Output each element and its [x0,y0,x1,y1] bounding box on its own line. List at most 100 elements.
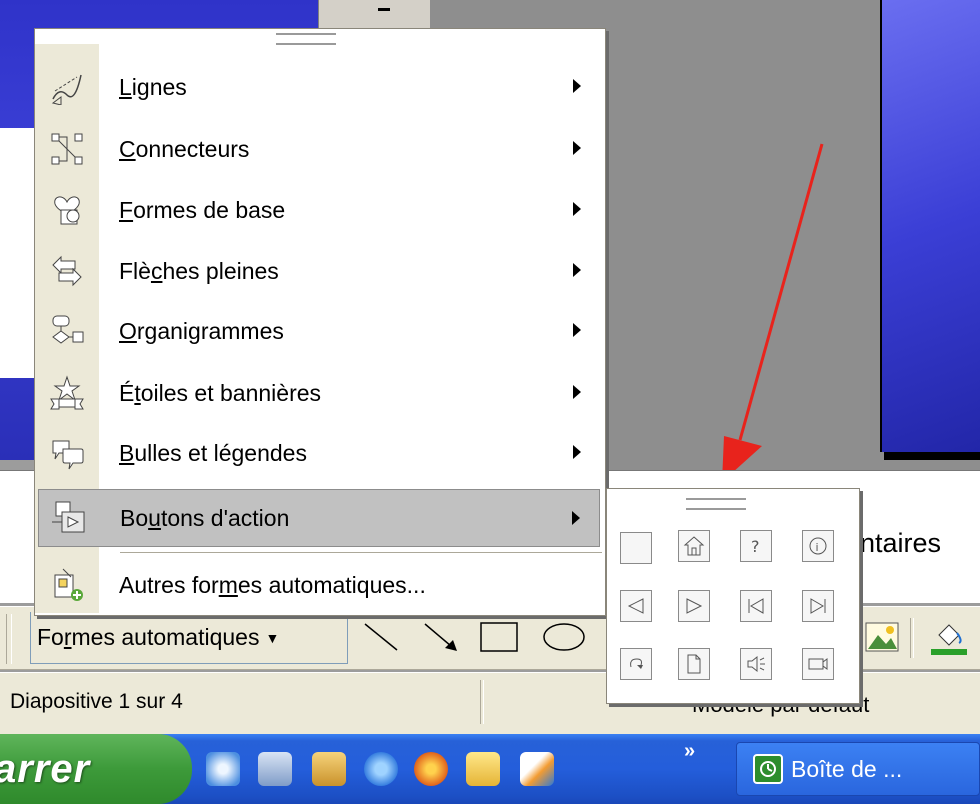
end-action-button[interactable] [802,590,834,622]
callouts-icon [35,424,99,482]
menu-item-label: Bulles et légendes [119,439,307,466]
sound-icon [747,655,765,673]
toolbar-separator [910,618,914,658]
information-action-button[interactable]: i [802,530,834,562]
taskbar-window-button[interactable]: Boîte de ... [736,742,980,796]
information-icon: i [809,537,827,555]
notepad-icon[interactable] [520,752,554,786]
beginning-icon [748,598,764,614]
help-action-button[interactable]: ? [740,530,772,562]
block-arrows-icon [35,242,99,300]
start-button[interactable]: arrer [0,734,192,804]
submenu-arrow-icon [573,202,581,216]
dropdown-arrow-icon: ▼ [265,629,280,646]
ruler-tick [378,8,390,11]
menu-item-connecteurs[interactable]: Connecteurs [35,120,603,178]
home-action-button[interactable] [678,530,710,562]
end-icon [810,598,826,614]
connectors-icon [35,120,99,178]
flowchart-icon [35,302,99,360]
autoshapes-label: Formes automatiques [37,624,260,650]
back-action-button[interactable] [620,590,652,622]
menu-item-formes-de-base[interactable]: Formes de base [35,181,603,239]
menu-drag-handle[interactable] [276,33,336,45]
start-label: arrer [0,746,91,791]
picture-icon [865,622,899,652]
svg-text:i: i [816,541,819,554]
beginning-action-button[interactable] [740,590,772,622]
firefox-icon[interactable] [414,752,448,786]
submenu-arrow-icon [573,263,581,277]
sound-action-button[interactable] [740,648,772,680]
forward-icon [686,598,703,614]
stars-banners-icon [35,364,99,422]
svg-text:?: ? [751,537,760,556]
menu-item-etoiles-et-bannieres[interactable]: Étoiles et bannières [35,364,603,422]
home-icon [683,536,705,556]
document-icon [687,654,701,674]
submenu-arrow-icon [573,141,581,155]
submenu-arrow-icon [572,511,580,525]
slide-canvas-shadow [884,452,980,460]
menu-item-label: Connecteurs [119,135,250,162]
submenu-arrow-icon [573,79,581,93]
movie-action-button[interactable] [802,648,834,680]
lines-icon [35,58,99,116]
outlook-express-icon[interactable] [206,752,240,786]
fill-color-button[interactable] [926,614,972,660]
oval-icon [543,623,585,651]
back-icon [627,598,644,614]
menu-separator [120,552,602,553]
toolbar-grip[interactable] [6,614,12,664]
menu-item-bulles-et-legendes[interactable]: Bulles et légendes [35,424,603,482]
submenu-arrow-icon [573,385,581,399]
blank-action-button[interactable] [620,532,652,564]
movie-icon [808,658,828,670]
menu-item-label: Lignes [119,73,187,100]
menu-item-label: Autres formes automatiques... [119,571,426,598]
menu-item-label: Organigrammes [119,317,284,344]
slide-canvas[interactable] [880,0,980,452]
autoshapes-menu-button[interactable]: Formes automatiques ▼ [30,612,348,664]
menu-item-fleches-pleines[interactable]: Flèches pleines [35,242,603,300]
menu-item-label: Boutons d'action [120,504,290,531]
menu-item-boutons-d-action[interactable]: Boutons d'action [38,489,600,547]
insert-picture-button[interactable] [860,614,904,660]
arrow-icon [424,623,457,651]
menu-item-autres-formes-automatiques[interactable]: Autres formes automatiques... [35,556,603,614]
submenu-arrow-icon [573,445,581,459]
line-icon [364,623,398,651]
folder-icon[interactable] [466,752,500,786]
rectangle-tool-button[interactable] [474,614,524,660]
menu-item-label: Étoiles et bannières [119,379,322,406]
arrow-tool-button[interactable] [418,614,464,660]
taskbar-window-label: Boîte de ... [791,755,903,782]
return-icon [630,658,643,669]
status-separator [480,680,484,724]
document-action-button[interactable] [678,648,710,680]
menu-item-label: Formes de base [119,196,286,223]
basic-shapes-icon [35,181,99,239]
clock-app-icon [753,754,783,784]
rectangle-icon [480,622,518,652]
menu-item-organigrammes[interactable]: Organigrammes [35,302,603,360]
help-icon: ? [751,537,760,556]
menu-item-label: Flèches pleines [119,257,279,284]
forward-action-button[interactable] [678,590,710,622]
menu-item-lignes[interactable]: Lignes [35,58,603,116]
internet-explorer-icon[interactable] [364,752,398,786]
oval-tool-button[interactable] [536,614,592,660]
printer-icon[interactable] [312,752,346,786]
slide-indicator: Diapositive 1 sur 4 [10,690,183,713]
quick-launch-overflow[interactable]: » [684,740,695,763]
submenu-arrow-icon [573,323,581,337]
notes-text: ntaires [860,528,942,558]
line-tool-button[interactable] [358,614,404,660]
paint-bucket-icon [931,624,967,655]
action-buttons-icon [39,489,100,547]
calculator-icon[interactable] [258,752,292,786]
return-action-button[interactable] [620,648,652,680]
more-autoshapes-icon [35,556,99,614]
annotation-arrow-icon [722,143,824,482]
palette-drag-handle[interactable] [686,498,746,510]
